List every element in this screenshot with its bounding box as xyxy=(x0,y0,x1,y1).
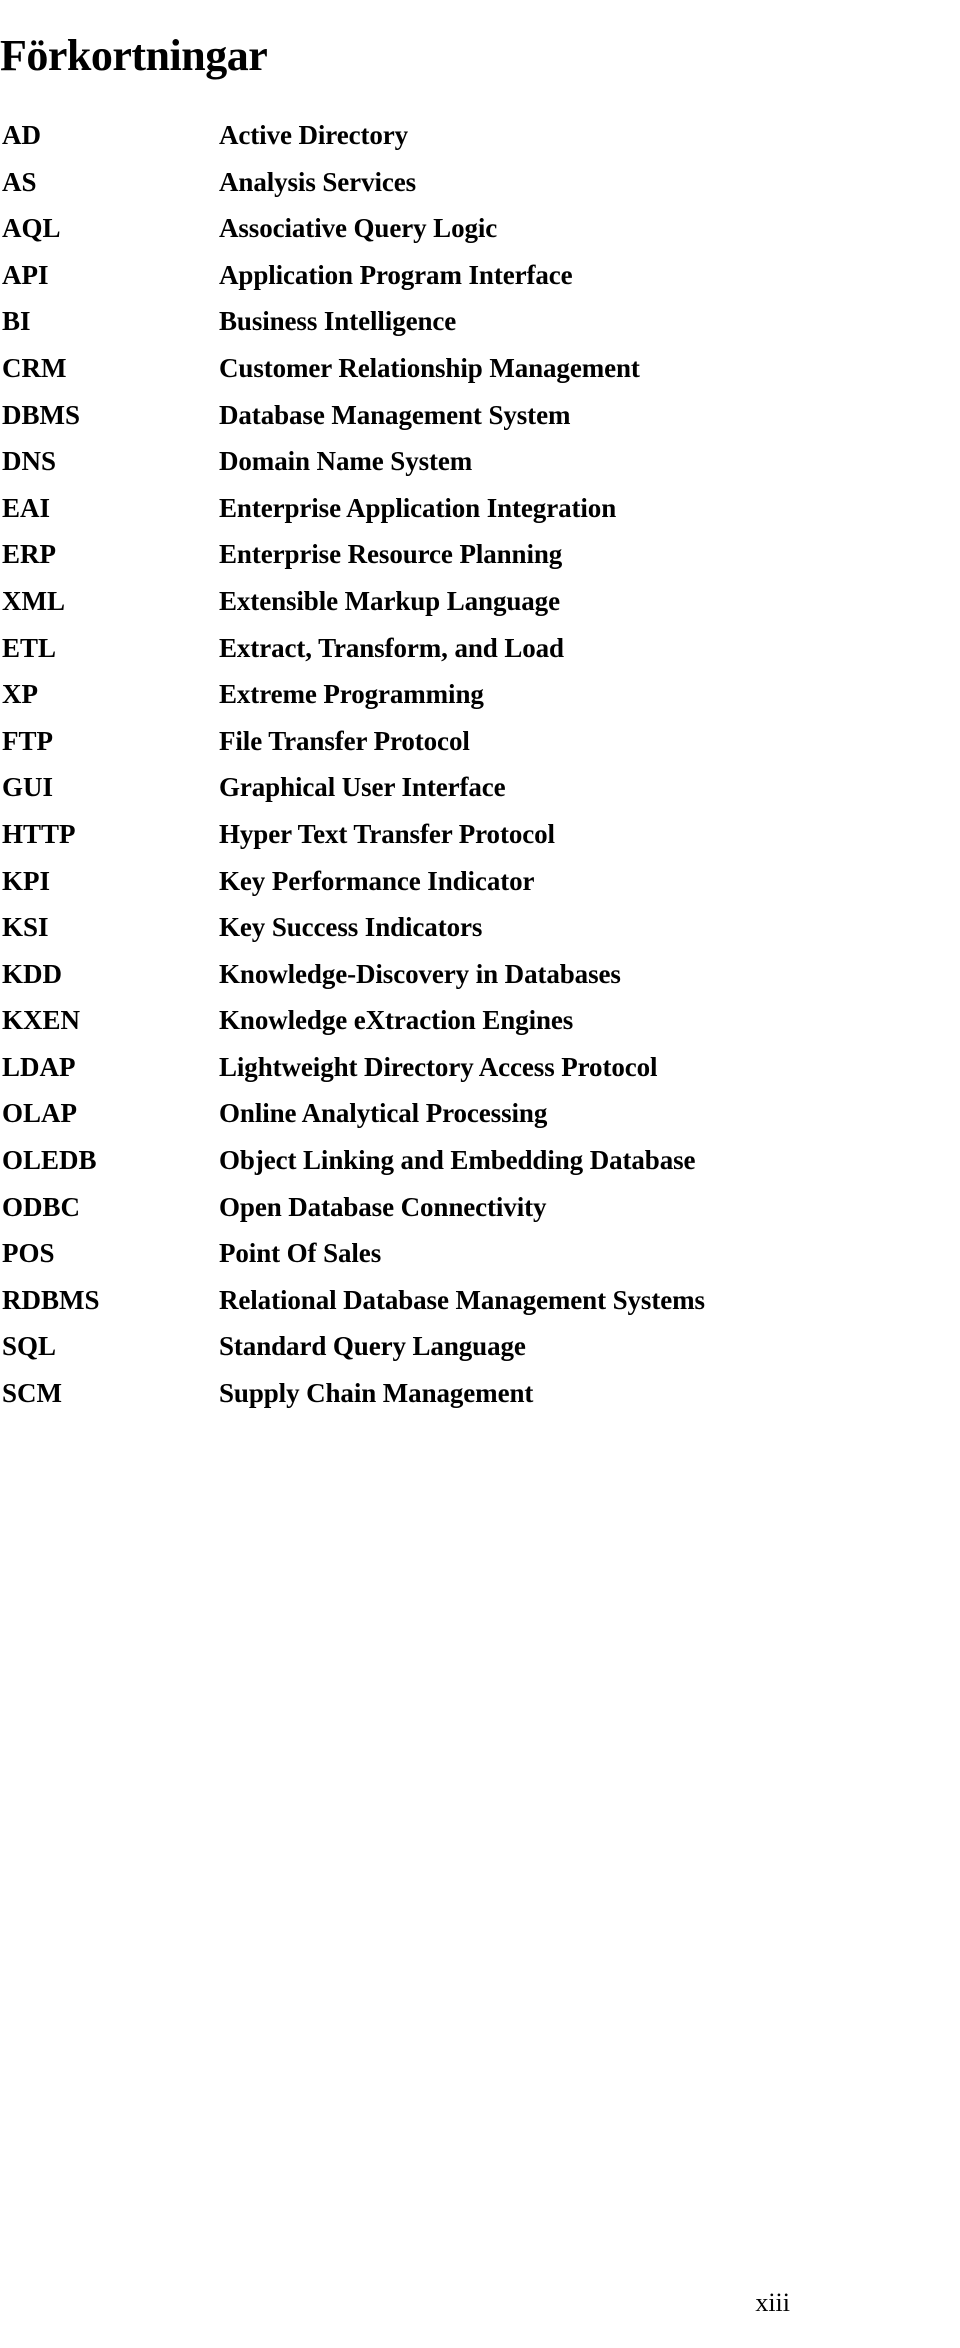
abbreviation-term: OLAP xyxy=(2,1098,78,1129)
abbreviation-term: XP xyxy=(2,679,38,710)
abbreviation-row: OLAP Online Analytical Processing xyxy=(0,1096,960,1143)
abbreviation-definition: Open Database Connectivity xyxy=(219,1191,547,1222)
abbreviation-row: ODBC Open Database Connectivity xyxy=(0,1190,960,1237)
abbreviation-row: API Application Program Interface xyxy=(0,258,960,305)
abbreviation-definition: Enterprise Application Integration xyxy=(219,492,617,523)
abbreviation-definition: Lightweight Directory Access Protocol xyxy=(219,1051,658,1082)
abbreviation-definition: Graphical User Interface xyxy=(219,772,506,803)
abbreviation-definition: Key Success Indicators xyxy=(219,912,483,943)
document-page: Förkortningar AD Active Directory AS Analys… xyxy=(0,0,960,2348)
abbreviation-row: HTTP Hyper Text Transfer Protocol xyxy=(0,817,960,864)
abbreviation-term: KSI xyxy=(2,912,49,943)
abbreviation-term: ETL xyxy=(2,632,57,663)
abbreviation-term: KPI xyxy=(2,865,51,896)
abbreviation-row: DBMS Database Management System xyxy=(0,398,960,445)
abbreviation-row: KSI Key Success Indicators xyxy=(0,910,960,957)
abbreviation-definition: Knowledge-Discovery in Databases xyxy=(219,958,621,989)
abbreviation-term: AS xyxy=(2,166,37,197)
abbreviation-term: RDBMS xyxy=(2,1284,100,1315)
abbreviation-row: XP Extreme Programming xyxy=(0,677,960,724)
abbreviation-term: OLEDB xyxy=(2,1145,97,1176)
page-number: xiii xyxy=(755,2288,790,2317)
abbreviation-definition: Extreme Programming xyxy=(219,679,484,710)
abbreviation-definition: Business Intelligence xyxy=(219,306,457,337)
abbreviation-term: API xyxy=(2,259,49,290)
abbreviation-row: AQL Associative Query Logic xyxy=(0,211,960,258)
abbreviation-term: ERP xyxy=(2,539,56,570)
abbreviation-row: DNS Domain Name System xyxy=(0,444,960,491)
abbreviation-term: BI xyxy=(2,306,31,337)
abbreviations-list: AD Active Directory AS Analysis Services AQL… xyxy=(0,118,960,1423)
abbreviation-definition: Online Analytical Processing xyxy=(219,1098,548,1129)
abbreviation-definition: Knowledge eXtraction Engines xyxy=(219,1005,574,1036)
abbreviation-row: RDBMS Relational Database Management Syst… xyxy=(0,1283,960,1330)
abbreviation-row: AD Active Directory xyxy=(0,118,960,165)
abbreviation-definition: Supply Chain Management xyxy=(219,1378,534,1409)
abbreviation-term: KDD xyxy=(2,958,62,989)
abbreviation-definition: Hyper Text Transfer Protocol xyxy=(219,818,555,849)
abbreviation-row: ETL Extract, Transform, and Load xyxy=(0,631,960,678)
abbreviation-row: KPI Key Performance Indicator xyxy=(0,864,960,911)
abbreviation-definition: Extract, Transform, and Load xyxy=(219,632,564,663)
abbreviation-definition: Customer Relationship Management xyxy=(219,352,640,383)
abbreviation-definition: Point Of Sales xyxy=(219,1238,382,1269)
abbreviation-definition: Enterprise Resource Planning xyxy=(219,539,563,570)
abbreviation-term: SCM xyxy=(2,1378,62,1409)
abbreviation-term: CRM xyxy=(2,352,67,383)
abbreviation-row: ERP Enterprise Resource Planning xyxy=(0,537,960,584)
abbreviation-definition: Domain Name System xyxy=(219,446,473,477)
abbreviation-row: LDAP Lightweight Directory Access Protoco… xyxy=(0,1050,960,1097)
abbreviation-term: DBMS xyxy=(2,399,81,430)
abbreviation-term: FTP xyxy=(2,725,53,756)
abbreviation-term: LDAP xyxy=(2,1051,76,1082)
abbreviation-row: FTP File Transfer Protocol xyxy=(0,724,960,771)
abbreviation-row: SQL Standard Query Language xyxy=(0,1329,960,1376)
abbreviation-term: ODBC xyxy=(2,1191,81,1222)
abbreviation-term: KXEN xyxy=(2,1005,81,1036)
abbreviation-definition: Analysis Services xyxy=(219,166,417,197)
abbreviation-definition: Active Directory xyxy=(219,120,409,150)
abbreviation-row: KXEN Knowledge eXtraction Engines xyxy=(0,1003,960,1050)
abbreviation-row: POS Point Of Sales xyxy=(0,1236,960,1283)
abbreviation-definition: Associative Query Logic xyxy=(219,213,498,244)
abbreviation-row: XML Extensible Markup Language xyxy=(0,584,960,631)
abbreviation-definition: Application Program Interface xyxy=(219,259,573,290)
abbreviation-term: DNS xyxy=(2,446,57,477)
abbreviation-row: AS Analysis Services xyxy=(0,165,960,212)
abbreviation-definition: Object Linking and Embedding Database xyxy=(219,1145,696,1176)
abbreviation-term: HTTP xyxy=(2,818,76,849)
abbreviation-term: XML xyxy=(2,585,65,616)
abbreviation-definition: File Transfer Protocol xyxy=(219,725,470,756)
abbreviation-term: SQL xyxy=(2,1331,57,1362)
abbreviation-term: EAI xyxy=(2,492,51,523)
abbreviation-row: GUI Graphical User Interface xyxy=(0,770,960,817)
abbreviation-definition: Database Management System xyxy=(219,399,571,430)
abbreviation-definition: Standard Query Language xyxy=(219,1331,526,1362)
abbreviation-row: OLEDB Object Linking and Embedding Databa… xyxy=(0,1143,960,1190)
abbreviation-row: KDD Knowledge-Discovery in Databases xyxy=(0,957,960,1004)
abbreviation-term: AD xyxy=(2,120,41,150)
page-title: Förkortningar xyxy=(0,31,268,81)
abbreviation-row: SCM Supply Chain Management xyxy=(0,1376,960,1423)
abbreviation-row: EAI Enterprise Application Integration xyxy=(0,491,960,538)
abbreviation-term: POS xyxy=(2,1238,55,1269)
abbreviation-term: GUI xyxy=(2,772,54,803)
abbreviation-row: BI Business Intelligence xyxy=(0,304,960,351)
abbreviation-definition: Key Performance Indicator xyxy=(219,865,535,896)
abbreviation-definition: Extensible Markup Language xyxy=(219,585,560,616)
abbreviation-term: AQL xyxy=(2,213,61,244)
abbreviation-definition: Relational Database Management Systems xyxy=(219,1284,705,1315)
abbreviation-row: CRM Customer Relationship Management xyxy=(0,351,960,398)
